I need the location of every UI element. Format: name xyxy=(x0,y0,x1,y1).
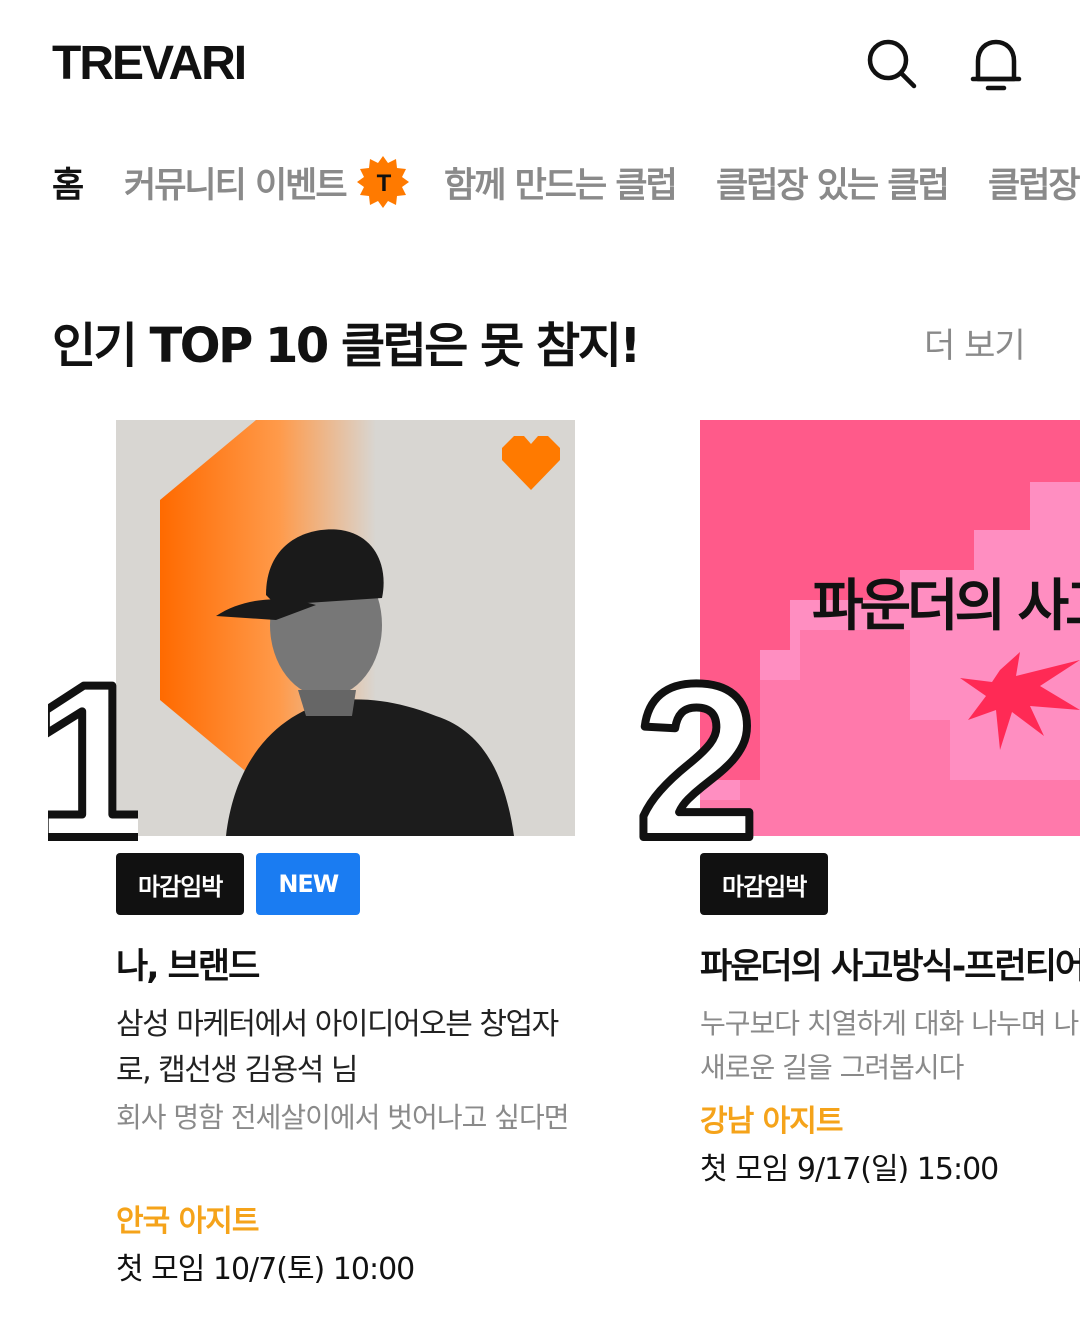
rank-number: 2 xyxy=(632,665,762,845)
club-card[interactable]: 마감임박 NEW 나, 브랜드 삼성 마케터에서 아이디어오븐 창업자로, 캡선… xyxy=(116,420,586,1287)
tab-leader-club[interactable]: 클럽장 있는 클럽 xyxy=(716,150,950,214)
club-first-meeting: 첫 모임 9/17(일) 15:00 xyxy=(700,1152,999,1187)
club-first-meeting: 첫 모임 10/7(토) 10:00 xyxy=(116,1252,415,1287)
trevari-logo[interactable]: TREVARI xyxy=(52,36,247,91)
club-description: 삼성 마케터에서 아이디어오븐 창업자로, 캡선생 김용석 님 xyxy=(116,1007,559,1088)
club-subtext: 새로운 길을 그려봅시다 xyxy=(700,1051,964,1084)
notification-button[interactable] xyxy=(966,34,1026,94)
rank-number: 1 xyxy=(48,665,138,845)
category-tabs: 홈 커뮤니티 이벤트 T 함께 만드는 클럽 클럽장 있는 클럽 클럽장 xyxy=(0,150,1080,214)
tab-together-club[interactable]: 함께 만드는 클럽 xyxy=(444,150,678,214)
tab-label: 클럽장 있는 클럽 xyxy=(716,165,950,206)
club-title: 나, 브랜드 xyxy=(116,947,260,987)
tab-label: 함께 만드는 클럽 xyxy=(444,165,678,206)
club-thumbnail xyxy=(116,420,575,836)
search-icon xyxy=(867,39,917,89)
tab-community-event[interactable]: 커뮤니티 이벤트 T xyxy=(124,150,410,214)
svg-text:파운더의 사고방식: 파운더의 사고방식 xyxy=(812,574,1080,639)
svg-text:1: 1 xyxy=(48,665,138,845)
bell-icon xyxy=(970,39,1022,91)
tab-label: 커뮤니티 이벤트 xyxy=(124,165,348,206)
club-subtext: 누구보다 치열하게 대화 나누며 나 xyxy=(700,1007,1079,1040)
tab-label: 홈 xyxy=(52,165,84,206)
deadline-badge: 마감임박 xyxy=(116,853,245,915)
tab-leader[interactable]: 클럽장 xyxy=(988,150,1080,214)
club-subtext: 회사 명함 전세살이에서 벗어나고 싶다면 xyxy=(116,1101,570,1134)
t-badge-icon: T xyxy=(356,155,410,209)
new-badge: NEW xyxy=(256,853,361,915)
search-button[interactable] xyxy=(862,34,922,94)
club-location: 강남 아지트 xyxy=(700,1104,843,1139)
svg-text:2: 2 xyxy=(636,665,758,845)
club-tags: 마감임박 xyxy=(700,853,829,915)
club-title: 파운더의 사고방식-프런티어 xyxy=(700,947,1080,987)
deadline-badge: 마감임박 xyxy=(700,853,829,915)
heart-icon[interactable] xyxy=(502,436,560,490)
section-title: 인기 TOP 10 클럽은 못 참지! xyxy=(52,318,641,374)
club-tags: 마감임박 NEW xyxy=(116,853,361,915)
club-location: 안국 아지트 xyxy=(116,1204,259,1239)
tab-label: 클럽장 xyxy=(988,165,1080,206)
app-header: TREVARI xyxy=(0,0,1080,130)
tab-home[interactable]: 홈 xyxy=(52,150,84,214)
more-link[interactable]: 더 보기 xyxy=(924,318,1026,367)
